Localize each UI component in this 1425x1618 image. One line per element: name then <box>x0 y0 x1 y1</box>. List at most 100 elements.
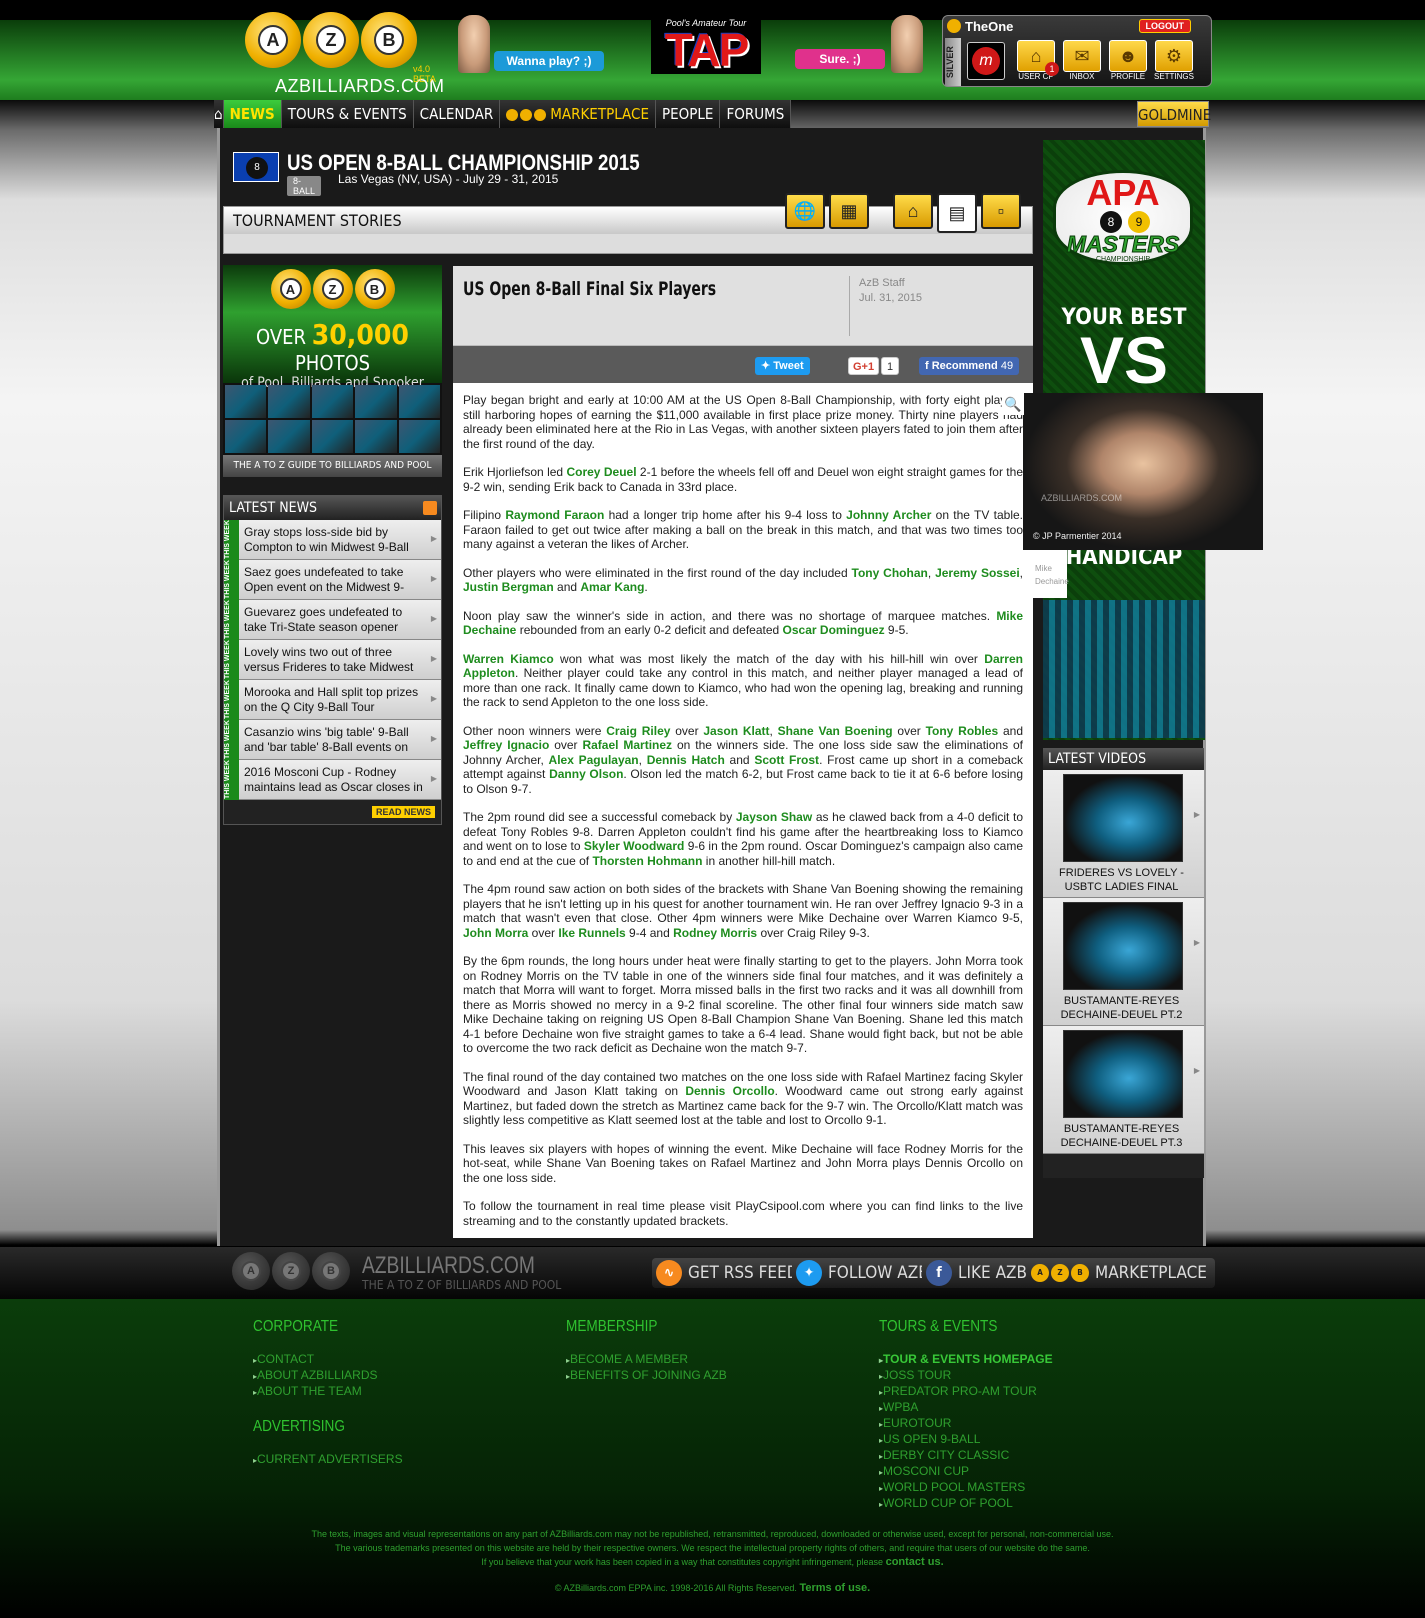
player-link[interactable]: Warren Kiamco <box>463 652 554 666</box>
user-cp-button[interactable]: ⌂ USER CP 1 <box>1015 40 1059 86</box>
calendar-tab[interactable]: ▦ <box>829 193 869 229</box>
nav-marketplace[interactable]: MARKETPLACE <box>500 100 656 128</box>
player-link[interactable]: Oscar Dominguez <box>783 623 885 637</box>
footer-link[interactable]: BECOME A MEMBER <box>566 1352 727 1368</box>
arrow-icon: ▶ <box>1193 810 1200 819</box>
player-link[interactable]: Jeremy Sossei <box>935 566 1020 580</box>
avatar[interactable]: m <box>967 42 1005 80</box>
player-link[interactable]: Craig Riley <box>606 724 670 738</box>
tweet-button[interactable]: ✦ Tweet <box>755 357 810 375</box>
footer-link[interactable]: CURRENT ADVERTISERS <box>253 1452 403 1468</box>
footer-link[interactable]: ABOUT THE TEAM <box>253 1384 403 1400</box>
rss-icon[interactable] <box>423 501 437 515</box>
footer-link[interactable]: PREDATOR PRO-AM TOUR <box>879 1384 1053 1400</box>
news-item[interactable]: THIS WEEK Lovely wins two out of three ve… <box>224 640 441 680</box>
home-tab[interactable]: ⌂ <box>893 193 933 229</box>
photo-grid <box>223 383 442 455</box>
follow-azb-button[interactable]: ✦ FOLLOW AZB <box>792 1258 937 1288</box>
news-item[interactable]: THIS WEEK Morooka and Hall split top priz… <box>224 680 441 720</box>
footer-logo[interactable]: AZB AZBILLIARDS.COM THE A TO Z OF BILLIA… <box>232 1252 561 1296</box>
video-item[interactable]: FRIDERES VS LOVELY - USBTC LADIES FINAL ▶ <box>1043 770 1204 898</box>
tap-ad-right[interactable]: Sure. ;) <box>795 15 925 75</box>
like-azb-button[interactable]: f LIKE AZB <box>922 1258 1035 1288</box>
stories-tab[interactable]: ▤ <box>937 193 977 233</box>
player-link[interactable]: Johnny Archer <box>846 508 931 522</box>
player-link[interactable]: Jason Klatt <box>703 724 769 738</box>
news-item[interactable]: THIS WEEK 2016 Mosconi Cup - Rodney maint… <box>224 760 441 800</box>
zoom-icon[interactable]: 🔍 <box>1002 393 1024 415</box>
copyright: © AZBilliards.com EPPA inc. 1998-2016 Al… <box>554 1582 871 1594</box>
footer-heading: TOURS & EVENTS <box>879 1318 998 1335</box>
footer-link[interactable]: ABOUT AZBILLIARDS <box>253 1368 403 1384</box>
player-link[interactable]: Rafael Martinez <box>582 738 672 752</box>
player-link[interactable]: Thorsten Hohmann <box>592 854 702 868</box>
player-link[interactable]: Shane Van Boening <box>778 724 893 738</box>
rss-feed-button[interactable]: ∿ GET RSS FEED <box>652 1258 807 1288</box>
video-item[interactable]: BUSTAMANTE-REYES DECHAINE-DEUEL PT.2 ▶ <box>1043 898 1204 1026</box>
player-link[interactable]: Jayson Shaw <box>736 810 812 824</box>
read-news-button[interactable]: READ NEWS <box>371 806 435 818</box>
nav-calendar[interactable]: CALENDAR <box>413 100 501 128</box>
player-link[interactable]: Corey Deuel <box>566 465 636 479</box>
player-link[interactable]: Scott Frost <box>754 753 819 767</box>
footer-link[interactable]: BENEFITS OF JOINING AZB <box>566 1368 727 1384</box>
footer-link[interactable]: US OPEN 9-BALL <box>879 1432 1053 1448</box>
footer-link[interactable]: EUROTOUR <box>879 1416 1053 1432</box>
profile-button[interactable]: ☻ PROFILE <box>1107 40 1149 86</box>
player-link[interactable]: Amar Kang <box>580 580 644 594</box>
player-link[interactable]: Ike Runnels <box>558 926 625 940</box>
news-item[interactable]: THIS WEEK Guevarez goes undefeated to tak… <box>224 600 441 640</box>
player-link[interactable]: Jeffrey Ignacio <box>463 738 549 752</box>
globe-tab[interactable]: 🌐 <box>785 193 825 229</box>
player-link[interactable]: Dennis Orcollo <box>685 1084 774 1098</box>
player-link[interactable]: Tony Robles <box>926 724 999 738</box>
video-item[interactable]: BUSTAMANTE-REYES DECHAINE-DEUEL PT.3 ▶ <box>1043 1026 1204 1154</box>
footer-link[interactable]: WORLD CUP OF POOL <box>879 1496 1053 1512</box>
arrow-icon: ▶ <box>430 654 437 663</box>
player-link[interactable]: John Morra <box>463 926 528 940</box>
apa-masters: MASTERS <box>1066 231 1180 258</box>
this-week-label: THIS WEEK <box>224 520 239 560</box>
nav-news[interactable]: NEWS <box>223 100 282 128</box>
terms-link[interactable]: Terms of use. <box>799 1582 870 1594</box>
player-link[interactable]: Raymond Faraon <box>505 508 604 522</box>
recommend-button[interactable]: f Recommend 49 <box>919 357 1020 375</box>
player-photo-popup[interactable]: 🔍 AZBILLIARDS.COM © JP Parmentier 2014 <box>1002 393 1263 550</box>
tap-ad-left[interactable]: Wanna play? ;) <box>458 15 618 75</box>
footer-marketplace-button[interactable]: A Z B MARKETPLACE <box>1027 1258 1215 1288</box>
news-item[interactable]: THIS WEEK Saez goes undefeated to take Op… <box>224 560 441 600</box>
footer-link[interactable]: DERBY CITY CLASSIC <box>879 1448 1053 1464</box>
player-link[interactable]: Alex Pagulayan <box>549 753 639 767</box>
player-link[interactable]: Tony Chohan <box>852 566 928 580</box>
news-item[interactable]: THIS WEEK Gray stops loss-side bid by Com… <box>224 520 441 560</box>
nav-tours-events[interactable]: TOURS & EVENTS <box>281 100 414 128</box>
nav-people[interactable]: PEOPLE <box>655 100 721 128</box>
site-logo[interactable]: AZB AZBILLIARDS.COM v4.0 BETA <box>245 12 444 100</box>
player-link[interactable]: Dennis Hatch <box>647 753 725 767</box>
photos-promo[interactable]: AZB OVER 30,000 PHOTOS of Pool, Billiard… <box>223 265 442 477</box>
footer-link[interactable]: TOUR & EVENTS HOMEPAGE <box>879 1352 1053 1368</box>
player-link[interactable]: Justin Bergman <box>463 580 554 594</box>
contact-us-link[interactable]: contact us. <box>886 1556 944 1568</box>
inbox-button[interactable]: ✉ INBOX <box>1061 40 1103 86</box>
this-week-label: THIS WEEK <box>224 760 239 800</box>
player-link[interactable]: Rodney Morris <box>673 926 757 940</box>
gplus-button[interactable]: G+1 <box>848 357 880 375</box>
footer-link[interactable]: MOSCONI CUP <box>879 1464 1053 1480</box>
nav-forums[interactable]: FORUMS <box>720 100 792 128</box>
news-item[interactable]: THIS WEEK Casanzio wins 'big table' 9-Bal… <box>224 720 441 760</box>
nav-home[interactable]: ⌂ <box>214 100 224 128</box>
results-tab[interactable]: ▫ <box>981 193 1021 229</box>
footer-link[interactable]: WPBA <box>879 1400 1053 1416</box>
player-link[interactable]: Danny Olson <box>549 767 623 781</box>
goldmine-button[interactable]: GOLDMINE <box>1137 101 1211 127</box>
footer-link[interactable]: CONTACT <box>253 1352 403 1368</box>
tap-logo[interactable]: Pool's Amateur Tour TAP <box>651 16 761 74</box>
username[interactable]: TheOne <box>965 19 1013 34</box>
footer-link[interactable]: JOSS TOUR <box>879 1368 1053 1384</box>
player-link[interactable]: Skyler Woodward <box>584 839 685 853</box>
ball-icon: B <box>1071 1264 1089 1282</box>
settings-button[interactable]: ⚙ SETTINGS <box>1153 40 1195 86</box>
footer-link[interactable]: WORLD POOL MASTERS <box>879 1480 1053 1496</box>
logout-button[interactable]: LOGOUT <box>1138 19 1191 33</box>
